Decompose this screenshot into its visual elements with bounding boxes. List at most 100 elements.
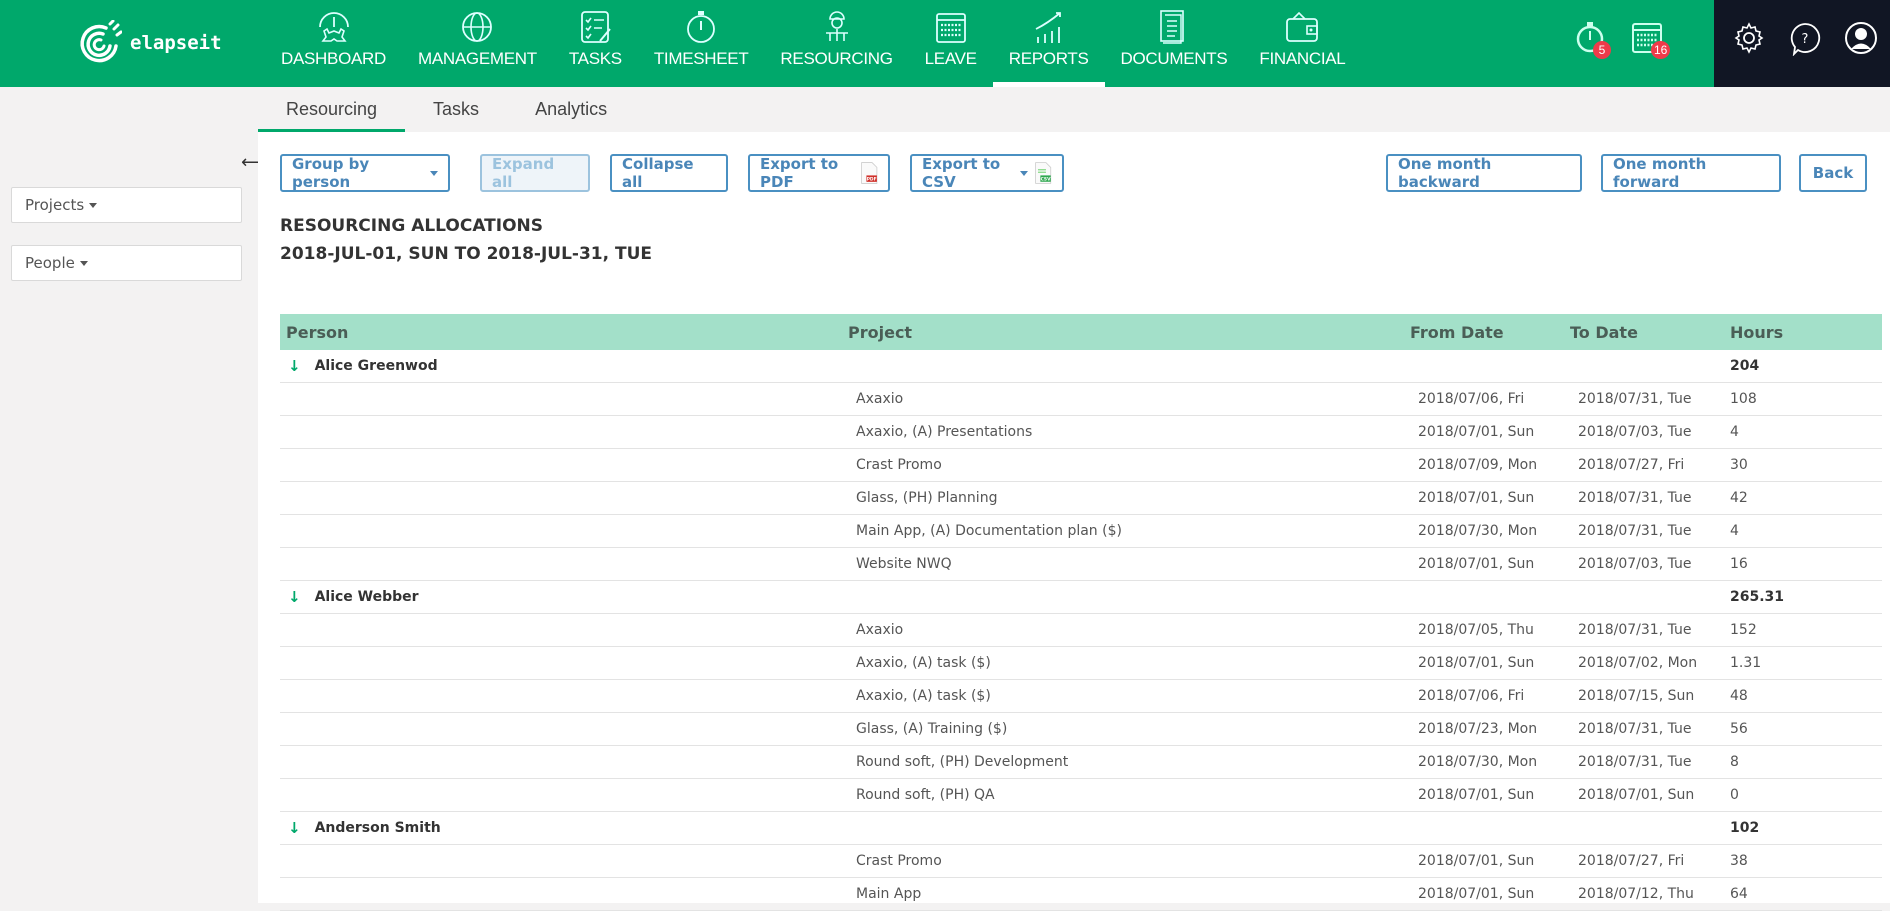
- nav-label: TIMESHEET: [653, 49, 749, 68]
- to-date: 2018/07/12, Thu: [1578, 886, 1694, 902]
- header-project[interactable]: Project: [842, 323, 1404, 342]
- report-subtabs: Resourcing Tasks Analytics: [258, 87, 635, 132]
- app-logo[interactable]: elapseit: [76, 20, 222, 66]
- to-date: 2018/07/31, Tue: [1578, 490, 1692, 506]
- person-cell: ↓ Anderson Smith: [280, 819, 842, 837]
- total-hours: 102: [1730, 820, 1760, 836]
- nav-timesheet[interactable]: TIMESHEET: [638, 0, 765, 87]
- one-month-backward-button[interactable]: One month backward: [1386, 154, 1582, 192]
- nav-label: FINANCIAL: [1259, 49, 1346, 68]
- calendar-alert[interactable]: 16: [1631, 20, 1671, 60]
- collapse-all-button[interactable]: Collapse all: [610, 154, 728, 192]
- stopwatch-icon: [687, 11, 716, 43]
- person-group-row[interactable]: ↓ Anderson Smith 102: [280, 812, 1882, 845]
- person-cell: ↓ Alice Greenwod: [280, 357, 842, 375]
- nav-documents[interactable]: DOCUMENTS: [1105, 0, 1244, 87]
- person-group-row[interactable]: ↓ Alice Webber 265.31: [280, 581, 1882, 614]
- hours: 56: [1730, 721, 1748, 737]
- export-csv-dropdown[interactable]: Export to CSV CSV: [910, 154, 1064, 192]
- header-hours[interactable]: Hours: [1724, 323, 1882, 342]
- from-date: 2018/07/01, Sun: [1418, 490, 1535, 506]
- hours: 64: [1730, 886, 1748, 902]
- expand-arrow-down-icon[interactable]: ↓: [288, 588, 301, 606]
- caret-down-icon: [89, 202, 98, 208]
- hours: 16: [1730, 556, 1748, 572]
- from-date: 2018/07/01, Sun: [1418, 853, 1535, 869]
- expand-arrow-down-icon[interactable]: ↓: [288, 357, 301, 375]
- projects-filter-dropdown[interactable]: Projects: [11, 187, 242, 223]
- hours: 8: [1730, 754, 1739, 770]
- allocations-table: Person Project From Date To Date Hours ↓…: [280, 314, 1882, 911]
- table-header: Person Project From Date To Date Hours: [280, 314, 1882, 350]
- hours: 108: [1730, 391, 1757, 407]
- nav-reports[interactable]: REPORTS: [992, 0, 1105, 87]
- report-title: RESOURCING ALLOCATIONS: [280, 216, 544, 236]
- to-date: 2018/07/31, Tue: [1578, 391, 1692, 407]
- export-pdf-button[interactable]: Export to PDF PDF: [748, 154, 890, 192]
- nav-resourcing[interactable]: RESOURCING: [764, 0, 908, 87]
- project-name: Main App: [856, 886, 922, 902]
- people-filter-dropdown[interactable]: People: [11, 245, 242, 281]
- nav-leave[interactable]: LEAVE: [909, 0, 993, 87]
- expand-all-button[interactable]: Expand all: [480, 154, 590, 192]
- from-date: 2018/07/01, Sun: [1418, 424, 1535, 440]
- allocation-row: Glass, (PH) Planning 2018/07/01, Sun 2018/…: [280, 482, 1882, 515]
- header-to-date[interactable]: To Date: [1564, 323, 1724, 342]
- subtab-tasks[interactable]: Tasks: [405, 87, 507, 132]
- person-cell: ↓ Alice Webber: [280, 588, 842, 606]
- table-body: ↓ Alice Greenwod 204 Axaxio 2018/07/06, Fri 2…: [280, 350, 1882, 911]
- timer-badge: 5: [1593, 41, 1611, 59]
- user-avatar-icon[interactable]: [1844, 20, 1878, 56]
- app-name: elapseit: [130, 32, 222, 54]
- person-name: Anderson Smith: [314, 820, 441, 836]
- subtab-analytics[interactable]: Analytics: [507, 87, 635, 132]
- allocation-row: Axaxio, (A) task ($) 2018/07/01, Sun 2018/…: [280, 647, 1882, 680]
- project-name: Axaxio: [856, 622, 904, 638]
- settings-gear-icon[interactable]: [1732, 20, 1766, 56]
- nav-label: TASKS: [568, 49, 622, 68]
- project-name: Main App, (A) Documentation plan ($): [856, 523, 1122, 539]
- from-date: 2018/07/09, Mon: [1418, 457, 1538, 473]
- report-panel: Group by person Expand all Collapse all …: [258, 132, 1890, 911]
- nav-financial[interactable]: FINANCIAL: [1243, 0, 1361, 87]
- subtab-resourcing[interactable]: Resourcing: [258, 87, 406, 132]
- from-date: 2018/07/05, Thu: [1418, 622, 1534, 638]
- main-nav: DASHBOARD MANAGEMENT TASKS TIMESHEET RES…: [265, 0, 1361, 87]
- allocation-row: Crast Promo 2018/07/01, Sun 2018/07/27, Fr…: [280, 845, 1882, 878]
- nav-label: MANAGEMENT: [418, 49, 537, 68]
- nav-label: REPORTS: [1008, 49, 1089, 68]
- timer-alert[interactable]: 5: [1575, 20, 1611, 60]
- project-name: Axaxio, (A) task ($): [856, 655, 991, 671]
- from-date: 2018/07/23, Mon: [1418, 721, 1538, 737]
- header-from-date[interactable]: From Date: [1404, 323, 1564, 342]
- allocation-row: Main App 2018/07/01, Sun 2018/07/12, Thu 64: [280, 878, 1882, 911]
- export-pdf-label: Export to PDF: [760, 155, 839, 191]
- to-date: 2018/07/15, Sun: [1578, 688, 1695, 704]
- nav-dashboard[interactable]: DASHBOARD: [265, 0, 402, 87]
- hours: 0: [1730, 787, 1739, 803]
- report-date-range: 2018-JUL-01, SUN TO 2018-JUL-31, TUE: [280, 244, 653, 264]
- caret-down-icon: [79, 260, 88, 266]
- one-month-forward-button[interactable]: One month forward: [1601, 154, 1781, 192]
- from-date: 2018/07/30, Mon: [1418, 523, 1538, 539]
- checklist-icon: [581, 11, 612, 43]
- group-by-dropdown[interactable]: Group by person: [280, 154, 450, 192]
- expand-arrow-down-icon[interactable]: ↓: [288, 819, 301, 837]
- total-hours: 204: [1730, 358, 1760, 374]
- dashboard-gauge-icon: [318, 12, 349, 42]
- hours: 152: [1730, 622, 1757, 638]
- person-group-row[interactable]: ↓ Alice Greenwod 204: [280, 350, 1882, 383]
- allocation-row: Website NWQ 2018/07/01, Sun 2018/07/03, Tu…: [280, 548, 1882, 581]
- hours: 38: [1730, 853, 1748, 869]
- allocation-row: Axaxio, (A) task ($) 2018/07/06, Fri 2018/…: [280, 680, 1882, 713]
- nav-management[interactable]: MANAGEMENT: [402, 0, 553, 87]
- back-button[interactable]: Back: [1799, 154, 1867, 192]
- help-icon[interactable]: ?: [1788, 20, 1822, 56]
- header-person[interactable]: Person: [280, 323, 842, 342]
- project-name: Axaxio, (A) task ($): [856, 688, 991, 704]
- from-date: 2018/07/01, Sun: [1418, 886, 1535, 902]
- nav-label: DASHBOARD: [281, 49, 386, 68]
- hours: 30: [1730, 457, 1748, 473]
- nav-tasks[interactable]: TASKS: [553, 0, 638, 87]
- caret-down-icon: [430, 170, 438, 176]
